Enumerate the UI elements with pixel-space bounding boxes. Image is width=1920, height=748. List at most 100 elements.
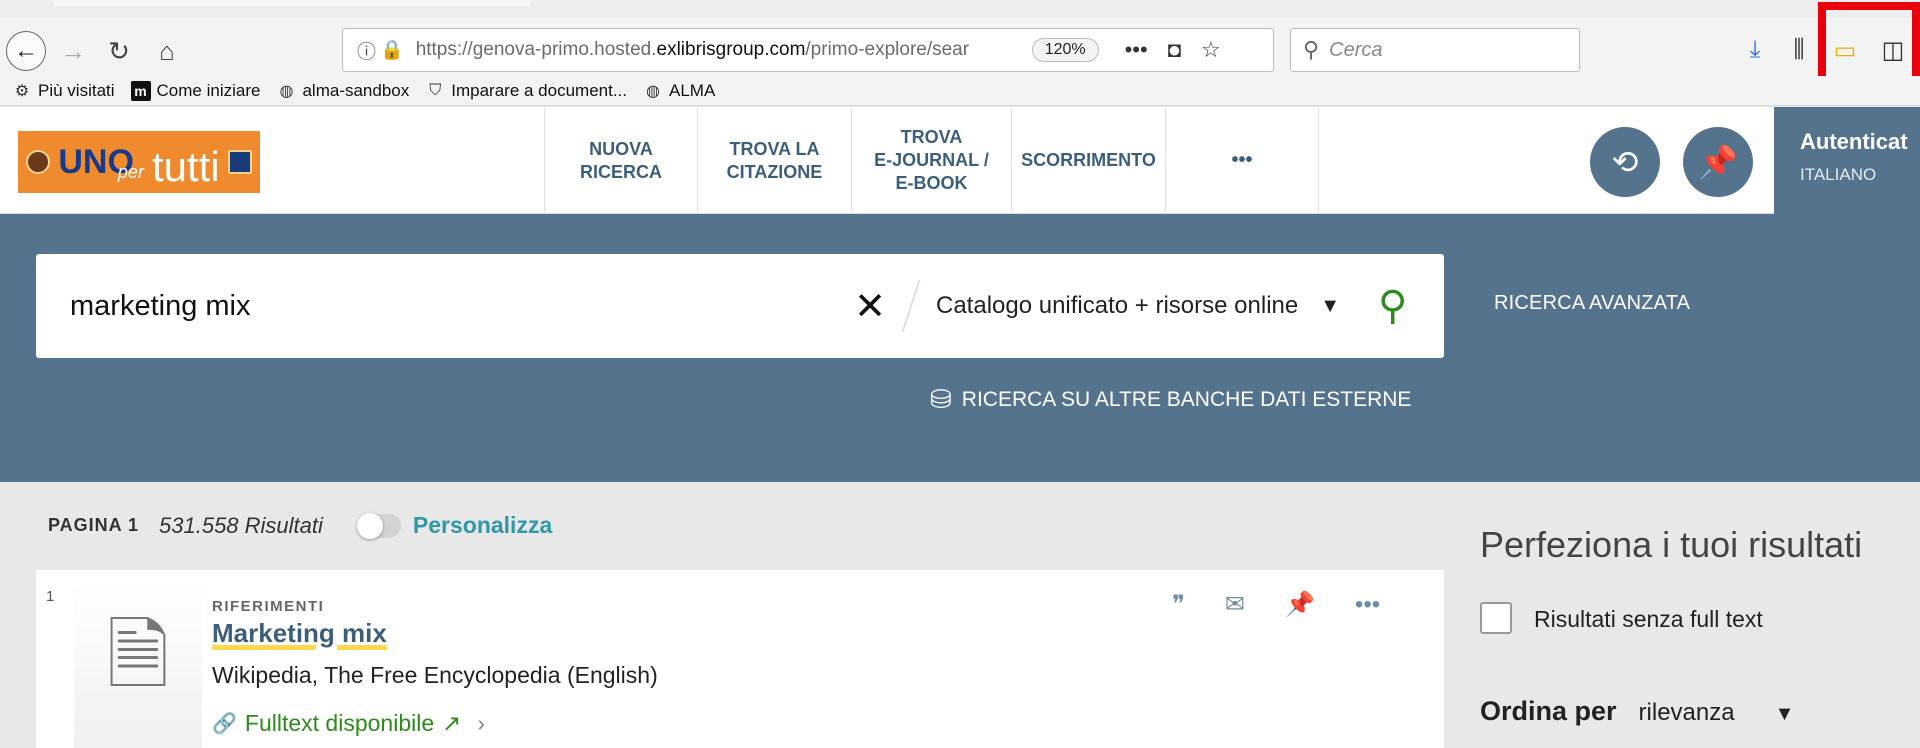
tab-strip <box>0 0 1920 18</box>
bookmark-alma[interactable]: ◍ ALMA <box>643 81 715 101</box>
home-icon: ⌂ <box>159 35 175 66</box>
citation-icon[interactable]: ❞ <box>1172 590 1185 619</box>
m-icon: m <box>130 80 151 101</box>
sign-in-label[interactable]: Autenticat <box>1800 129 1920 155</box>
chevron-right-icon: › <box>477 710 486 736</box>
language-selector[interactable]: ITALIANO <box>1800 165 1920 185</box>
info-icon: ⓘ <box>357 41 377 63</box>
gear-icon: ⚙ <box>14 82 30 100</box>
globe-icon: ◍ <box>646 82 660 100</box>
bookmark-label: alma-sandbox <box>302 80 410 100</box>
bookmark-imparare[interactable]: ⛉ Imparare a document... <box>425 81 627 101</box>
app-header: UNO per tutti NUOVA RICERCA TROVA LA CIT… <box>0 107 1920 214</box>
more-actions-icon[interactable]: ••• <box>1355 591 1380 619</box>
page-actions-menu-icon[interactable]: ••• <box>1125 37 1148 63</box>
history-icon: ⟲ <box>1611 144 1639 180</box>
bookmark-label: Più visitati <box>38 80 115 100</box>
arrow-left-icon: ← <box>14 37 38 64</box>
zoom-indicator[interactable]: 120% <box>1031 38 1099 62</box>
external-databases-link[interactable]: ⛁ RICERCA SU ALTRE BANCHE DATI ESTERNE <box>930 384 1411 415</box>
email-icon[interactable]: ✉ <box>1225 590 1245 619</box>
facets-title: Perfeziona i tuoi risultati <box>1480 524 1863 565</box>
tab[interactable] <box>54 0 530 6</box>
result-actions: ❞ ✉ 📌 ••• <box>1172 590 1380 619</box>
url-text[interactable]: https://genova-primo.hosted.exlibrisgrou… <box>416 39 1016 61</box>
site-security-indicator[interactable]: ⓘ 🔒 <box>357 37 404 64</box>
personalize-toggle[interactable] <box>356 512 401 539</box>
chevron-down-icon[interactable]: ▼ <box>1775 703 1795 726</box>
external-databases-label: RICERCA SU ALTRE BANCHE DATI ESTERNE <box>961 387 1412 411</box>
bookmark-alma-sandbox[interactable]: ◍ alma-sandbox <box>276 81 409 101</box>
result-index: 1 <box>46 588 55 605</box>
arrow-right-icon: → <box>60 35 86 66</box>
divider <box>901 280 921 332</box>
result-item[interactable]: 1 🗎 RIFERIMENTI Marketing mix Wikipedia,… <box>36 570 1444 748</box>
nav-more[interactable]: ••• <box>1165 107 1319 214</box>
advanced-search-link[interactable]: RICERCA AVANZATA <box>1494 292 1690 315</box>
result-source: Wikipedia, The Free Encyclopedia (Englis… <box>212 662 658 688</box>
availability-link[interactable]: 🔗 Fulltext disponibile ↗ › <box>212 710 485 737</box>
link-icon: 🔗 <box>212 713 237 735</box>
pocket-icon[interactable]: ◘ <box>1168 37 1181 63</box>
logo-per: per <box>117 161 144 182</box>
database-icon: ⛁ <box>930 384 952 414</box>
external-link-icon: ↗ <box>442 710 462 736</box>
nav-trova-ejournal[interactable]: TROVA E-JOURNAL / E-BOOK <box>851 107 1011 214</box>
availability-label: Fulltext disponibile <box>244 710 435 736</box>
globe-icon: ◍ <box>279 82 294 100</box>
sort-control: Ordina per rilevanza ▼ <box>1480 696 1794 727</box>
forward-button[interactable]: → <box>56 34 90 68</box>
city-emblem-icon <box>26 150 51 174</box>
search-input[interactable]: marketing mix <box>70 290 830 323</box>
download-icon[interactable]: ⤓ <box>1740 35 1770 65</box>
library-icon[interactable]: ⫼ <box>1784 35 1814 65</box>
bookmarks-bar: ⚙ Più visitati m Come iniziare ◍ alma-sandb… <box>0 76 1920 106</box>
chevron-down-icon[interactable]: ▼ <box>1320 295 1340 318</box>
reload-button[interactable]: ↻ <box>102 34 136 68</box>
university-emblem-icon <box>227 150 252 174</box>
clear-search-icon[interactable]: ✕ <box>850 284 890 329</box>
pin-icon[interactable]: 📌 <box>1285 590 1315 619</box>
url-suffix: /primo-explore/sear <box>805 39 970 60</box>
lock-warning-icon: 🔒 <box>380 40 404 61</box>
sort-label: Ordina per <box>1480 696 1617 726</box>
search-scope-select[interactable]: Catalogo unificato + risorse online <box>936 292 1298 320</box>
personalize-label[interactable]: Personalizza <box>413 512 552 539</box>
url-prefix: https://genova-primo.hosted. <box>415 39 657 60</box>
search-bar: marketing mix ✕ Catalogo unificato + ris… <box>36 254 1444 358</box>
bookmark-label: ALMA <box>669 80 716 100</box>
search-placeholder: Cerca <box>1329 38 1383 61</box>
main-nav: NUOVA RICERCA TROVA LA CITAZIONE TROVA E… <box>544 107 1319 214</box>
bookmark-come-iniziare[interactable]: m Come iniziare <box>130 80 261 101</box>
reload-icon: ↻ <box>108 35 130 66</box>
sort-select[interactable]: rilevanza <box>1639 699 1735 727</box>
bookmark-label: Imparare a document... <box>451 80 628 100</box>
nav-nuova-ricerca[interactable]: NUOVA RICERCA <box>544 107 697 214</box>
fulltext-checkbox-label[interactable]: Risultati senza full text <box>1534 606 1763 633</box>
address-bar[interactable]: ⓘ 🔒 https://genova-primo.hosted.exlibris… <box>342 28 1274 72</box>
bookmark-star-icon[interactable]: ☆ <box>1201 37 1221 63</box>
search-submit-icon[interactable]: ⚲ <box>1378 283 1407 329</box>
search-history-button[interactable]: ⟲ <box>1590 127 1660 197</box>
result-title[interactable]: Marketing mix <box>212 618 387 649</box>
search-icon: ⚲ <box>1303 37 1320 62</box>
results-count: 531.558 Risultati <box>159 512 323 538</box>
result-type: RIFERIMENTI <box>212 598 325 615</box>
sign-in-panel[interactable]: Autenticat ITALIANO <box>1774 107 1920 214</box>
bookmark-label: Come iniziare <box>156 80 261 100</box>
document-thumbnail-icon[interactable]: 🗎 <box>74 582 202 748</box>
fulltext-checkbox[interactable] <box>1480 602 1512 634</box>
nav-trova-citazione[interactable]: TROVA LA CITAZIONE <box>697 107 851 214</box>
shield-icon: ⛉ <box>429 81 442 99</box>
home-button[interactable]: ⌂ <box>150 34 184 68</box>
search-band: marketing mix ✕ Catalogo unificato + ris… <box>0 214 1920 482</box>
pin-icon: 📌 <box>1698 144 1738 180</box>
back-button[interactable]: ← <box>6 31 46 71</box>
browser-search-input[interactable]: ⚲ Cerca <box>1290 28 1580 72</box>
site-logo[interactable]: UNO per tutti <box>18 131 260 193</box>
favorites-button[interactable]: 📌 <box>1683 127 1753 197</box>
page-label: PAGINA 1 <box>48 515 140 535</box>
nav-scorrimento[interactable]: SCORRIMENTO <box>1011 107 1165 214</box>
browser-window: ← → ↻ ⌂ ⓘ 🔒 https://genova-primo.hosted.… <box>0 0 1920 748</box>
bookmark-piu-visitati[interactable]: ⚙ Più visitati <box>12 81 115 101</box>
